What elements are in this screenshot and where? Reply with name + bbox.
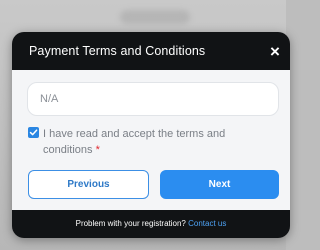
close-icon[interactable]: × bbox=[264, 41, 286, 63]
modal-title: Payment Terms and Conditions bbox=[29, 44, 206, 58]
footer-help-text: Problem with your registration? bbox=[75, 219, 186, 228]
modal-footer: Problem with your registration? Contact … bbox=[12, 210, 290, 238]
terms-text-field[interactable]: N/A bbox=[27, 82, 279, 116]
modal-body: N/A I have read and accept the terms and… bbox=[12, 70, 290, 210]
contact-us-link[interactable]: Contact us bbox=[188, 219, 226, 228]
previous-button[interactable]: Previous bbox=[28, 170, 149, 199]
next-button[interactable]: Next bbox=[160, 170, 279, 199]
payment-terms-modal: Payment Terms and Conditions × N/A I hav… bbox=[12, 32, 290, 238]
modal-header: Payment Terms and Conditions × bbox=[12, 32, 290, 70]
accept-terms-text: I have read and accept the terms and con… bbox=[43, 128, 226, 156]
checkmark-icon bbox=[29, 129, 38, 136]
accept-terms-label: I have read and accept the terms and con… bbox=[43, 126, 273, 158]
required-asterisk: * bbox=[95, 144, 100, 156]
accept-terms-checkbox[interactable] bbox=[28, 127, 39, 138]
background-blurred-element bbox=[120, 10, 190, 24]
